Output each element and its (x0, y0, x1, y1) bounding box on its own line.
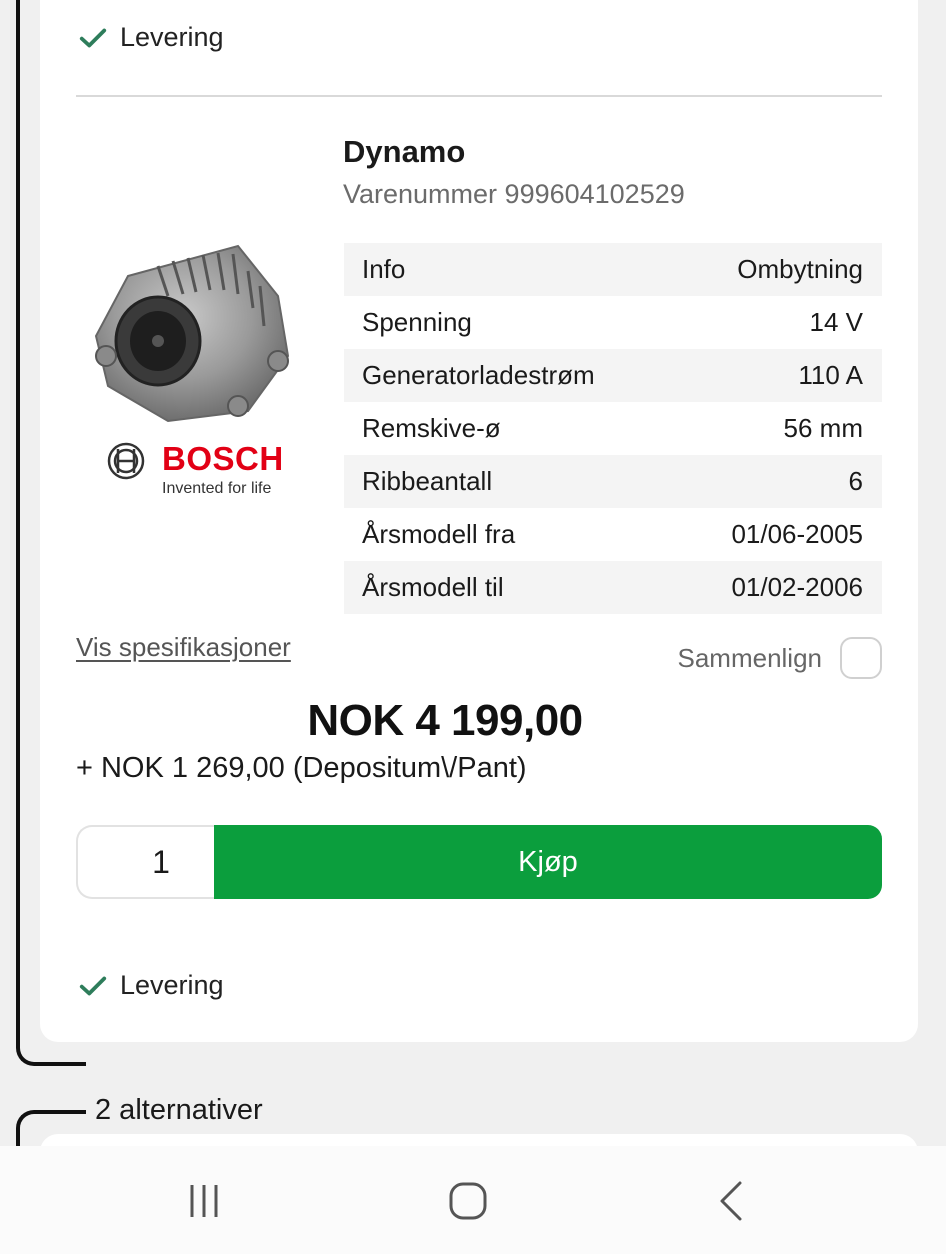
spec-row-pulley-diameter: Remskive-ø 56 mm (344, 402, 882, 455)
brand-logo: BOSCH Invented for life (106, 438, 286, 500)
recent-apps-button[interactable] (174, 1176, 234, 1226)
spec-label: Info (362, 254, 406, 284)
product-price: NOK 4 199,00 (307, 696, 583, 745)
brand-tagline: Invented for life (162, 480, 272, 497)
delivery-label: Levering (120, 22, 224, 52)
compare-checkbox[interactable] (840, 637, 882, 679)
quantity-input[interactable]: 1 (76, 825, 226, 899)
spec-label: Ribbeantall (362, 466, 493, 496)
brand-name: BOSCH (162, 440, 284, 477)
home-button[interactable] (438, 1176, 498, 1226)
show-specifications-link[interactable]: Vis spesifikasjoner (76, 632, 291, 663)
spec-label: Årsmodell fra (362, 519, 516, 549)
product-title: Dynamo (343, 134, 466, 169)
spec-row-info: Info Ombytning (344, 243, 882, 296)
spec-value: 110 A (798, 360, 863, 390)
spec-label: Remskive-ø (362, 413, 501, 443)
alternator-image (94, 244, 290, 423)
check-icon (79, 976, 107, 995)
spec-row-model-year-from: Årsmodell fra 01/06-2005 (344, 508, 882, 561)
spec-value: 56 mm (783, 413, 863, 443)
compare-label: Sammenlign (677, 642, 822, 673)
home-icon (449, 1182, 487, 1220)
spec-value: 14 V (809, 307, 864, 337)
back-icon (720, 1181, 742, 1221)
spec-table: Info Ombytning Spenning 14 V Generatorla… (344, 243, 882, 614)
spec-row-rib-count: Ribbeantall 6 (344, 455, 882, 508)
spec-row-voltage: Spenning 14 V (344, 296, 882, 349)
back-button[interactable] (702, 1176, 762, 1226)
delivery-label: Levering (120, 970, 224, 1000)
spec-value: 01/02-2006 (731, 572, 863, 602)
spec-row-model-year-to: Årsmodell til 01/02-2006 (344, 561, 882, 614)
deposit-price: + NOK 1 269,00 (Depositum\/Pant) (76, 752, 527, 784)
alternatives-heading: 2 alternativer (95, 1094, 263, 1126)
compare-toggle[interactable]: Sammenlign (677, 637, 882, 679)
delivery-status: Levering (78, 970, 224, 1001)
spec-value: 01/06-2005 (731, 519, 863, 549)
delivery-status: Levering (78, 22, 224, 53)
product-sku: Varenummer 999604102529 (343, 179, 685, 209)
spec-row-charge-current: Generatorladestrøm 110 A (344, 349, 882, 402)
spec-label: Spenning (362, 307, 472, 337)
check-icon (79, 28, 107, 47)
divider (76, 95, 882, 97)
recent-apps-icon (190, 1185, 218, 1217)
spec-label: Generatorladestrøm (362, 360, 595, 390)
spec-value: Ombytning (737, 254, 863, 284)
bosch-armature-icon (107, 442, 145, 480)
spec-value: 6 (848, 466, 863, 496)
buy-button[interactable]: Kjøp (214, 825, 882, 899)
spec-label: Årsmodell til (362, 572, 504, 602)
system-navigation-bar (0, 1146, 946, 1254)
